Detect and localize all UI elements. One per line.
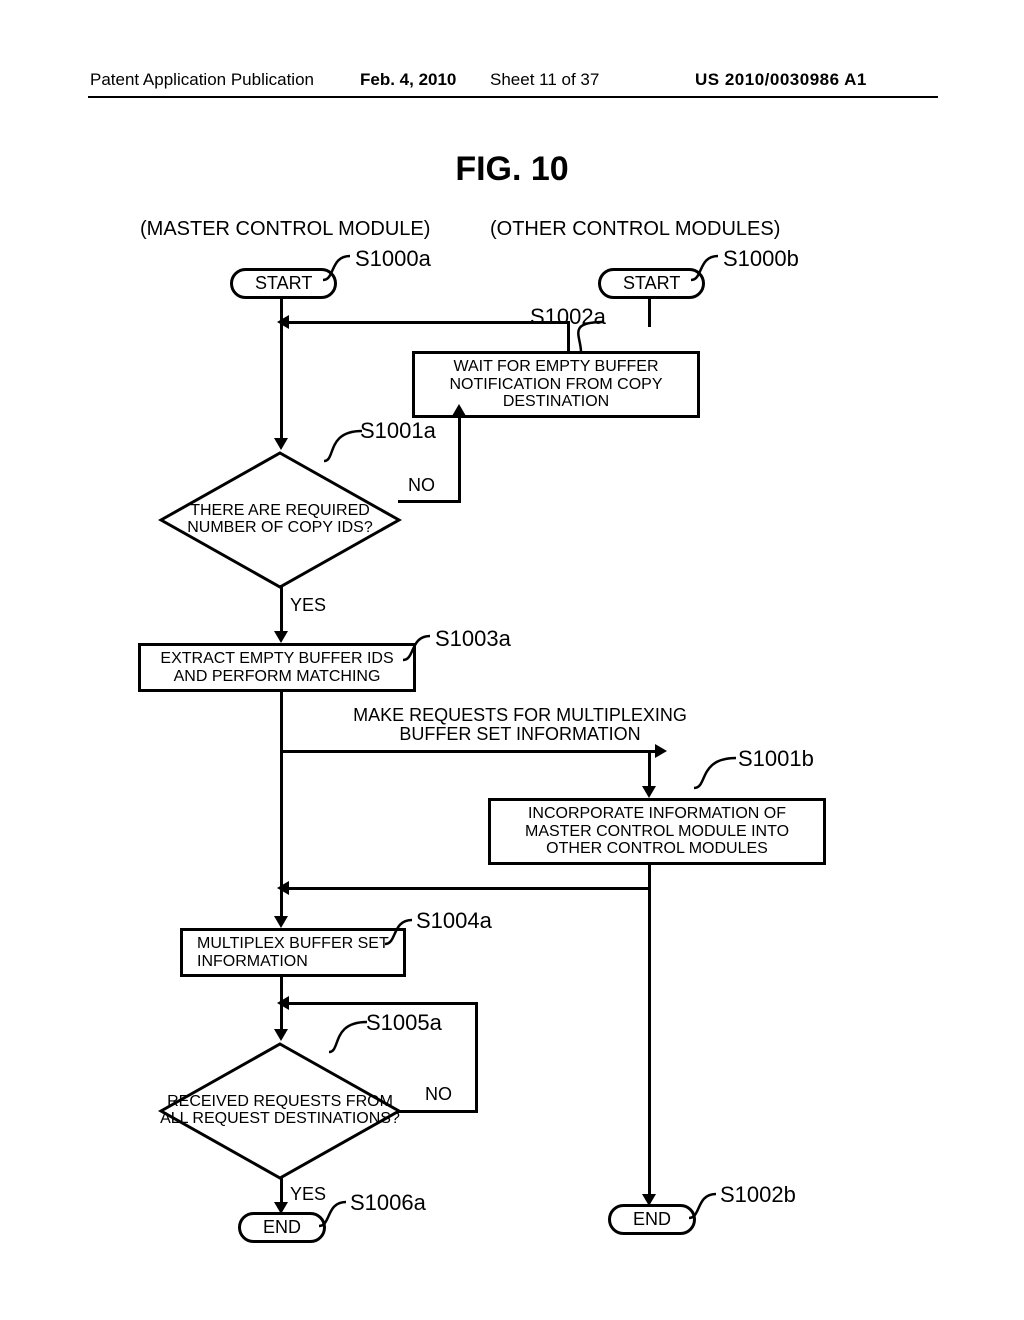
header-sheet: Sheet 11 of 37	[490, 70, 599, 90]
col-header-left: (MASTER CONTROL MODULE)	[140, 218, 430, 241]
arrowhead-down	[642, 786, 656, 798]
leader-s1005a	[325, 1016, 371, 1056]
flow-line	[648, 887, 651, 1197]
process-mpx-set: MULTIPLEX BUFFER SET INFORMATION	[180, 928, 406, 977]
label-no-1: NO	[408, 475, 435, 496]
flow-line	[280, 750, 658, 753]
flow-line	[280, 1002, 478, 1005]
leader-s1000b	[688, 250, 728, 286]
process-extract: EXTRACT EMPTY BUFFER IDS AND PERFORM MAT…	[138, 643, 416, 692]
label-s1001a: S1001a	[360, 418, 436, 444]
flow-line	[280, 750, 283, 920]
flow-line	[283, 887, 651, 890]
header-pubno: US 2010/0030986 A1	[695, 70, 867, 90]
flow-line	[280, 324, 283, 442]
flow-line	[398, 1110, 478, 1113]
arrowhead-down	[274, 631, 288, 643]
terminal-end-a: END	[238, 1212, 326, 1243]
arrowhead-right	[655, 744, 667, 758]
label-s1006a: S1006a	[350, 1190, 426, 1216]
col-header-right: (OTHER CONTROL MODULES)	[490, 218, 780, 241]
leader-s1001b	[690, 752, 740, 794]
label-yes-1: YES	[290, 595, 326, 616]
decision-s1001a: THERE ARE REQUIRED NUMBER OF COPY IDS?	[158, 450, 402, 590]
header-rule	[88, 96, 938, 98]
figure-title: FIG. 10	[0, 150, 1024, 189]
label-s1002b: S1002b	[720, 1182, 796, 1208]
label-no-2: NO	[425, 1084, 452, 1105]
flow-line	[648, 750, 651, 790]
flow-line	[280, 585, 283, 635]
flow-line	[648, 862, 651, 890]
arrowhead-down	[274, 438, 288, 450]
label-s1003a: S1003a	[435, 626, 511, 652]
decision-s1005a-text: RECEIVED REQUESTS FROM ALL REQUEST DESTI…	[158, 1041, 402, 1181]
label-mpx-request: MAKE REQUESTS FOR MULTIPLEXING BUFFER SE…	[320, 706, 720, 744]
flow-line	[567, 321, 570, 351]
header-date: Feb. 4, 2010	[360, 70, 456, 90]
header-publication: Patent Application Publication	[90, 70, 314, 90]
flow-line	[648, 298, 651, 327]
flow-line	[398, 500, 461, 503]
arrowhead-down	[274, 916, 288, 928]
decision-s1001a-text: THERE ARE REQUIRED NUMBER OF COPY IDS?	[158, 450, 402, 590]
decision-s1005a: RECEIVED REQUESTS FROM ALL REQUEST DESTI…	[158, 1041, 402, 1181]
label-s1005a: S1005a	[366, 1010, 442, 1036]
label-s1001b: S1001b	[738, 746, 814, 772]
label-s1004a: S1004a	[416, 908, 492, 934]
arrowhead-up	[452, 404, 466, 416]
flow-line	[458, 410, 461, 502]
process-incorporate: INCORPORATE INFORMATION OF MASTER CONTRO…	[488, 798, 826, 865]
arrowhead-down	[274, 1029, 288, 1041]
flow-line	[280, 690, 283, 750]
terminal-end-b: END	[608, 1204, 696, 1235]
label-s1000b: S1000b	[723, 246, 799, 272]
label-s1000a: S1000a	[355, 246, 431, 272]
leader-s1000a	[320, 250, 360, 286]
arrowhead-left	[277, 315, 289, 329]
flow-line	[280, 321, 570, 324]
arrowhead-left	[277, 996, 289, 1010]
flow-line	[475, 1002, 478, 1113]
leader-s1003a	[400, 630, 440, 666]
arrowhead-left	[277, 881, 289, 895]
